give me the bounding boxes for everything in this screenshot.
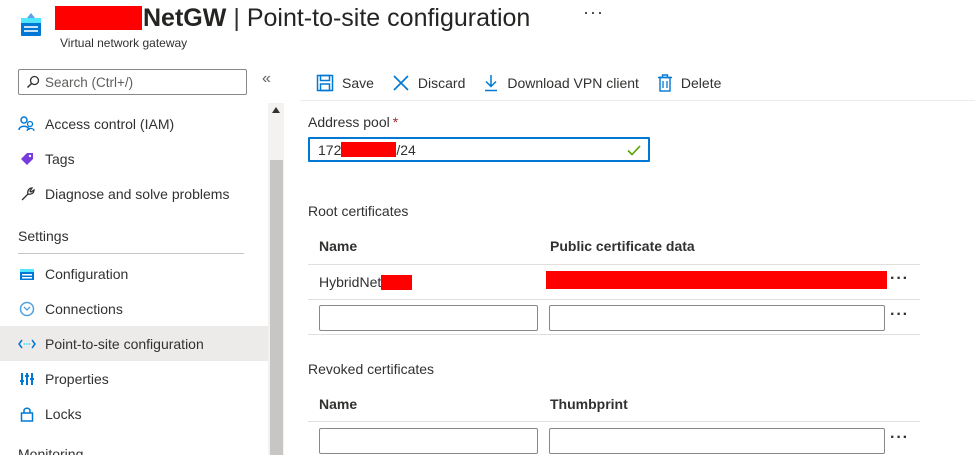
root-name-column-header: Name	[319, 238, 358, 254]
section-divider	[18, 253, 244, 254]
sidebar-item-access-control[interactable]: Access control (IAM)	[0, 106, 268, 141]
point-to-site-icon	[18, 335, 36, 353]
sidebar-item-label: Locks	[45, 405, 82, 422]
scroll-up-icon[interactable]	[272, 107, 280, 113]
required-marker: *	[392, 114, 399, 130]
sidebar-item-label: Access control (IAM)	[45, 115, 175, 132]
save-icon	[316, 74, 334, 91]
close-icon	[393, 74, 409, 91]
delete-label: Delete	[680, 74, 722, 91]
command-toolbar: Save Discard Download VPN client Delete	[300, 65, 975, 101]
sidebar-item-label: Configuration	[45, 265, 129, 282]
people-icon	[18, 115, 36, 133]
scrollbar-thumb[interactable]	[270, 160, 283, 455]
wrench-icon	[18, 185, 36, 203]
redacted-certificate-data	[546, 271, 887, 289]
address-pool-prefix: 172	[318, 141, 342, 158]
address-pool-suffix: /24	[396, 141, 416, 158]
sidebar-item-configuration[interactable]: Configuration	[0, 256, 268, 291]
page-header: NetGW | Point-to-site configuration ··· …	[0, 0, 975, 62]
discard-label: Discard	[417, 74, 466, 91]
root-certificates-heading: Root certificates	[308, 203, 409, 219]
root-new-data-input[interactable]	[549, 305, 885, 331]
save-button[interactable]: Save	[316, 74, 374, 92]
address-pool-input[interactable]: 172 /24	[308, 137, 650, 162]
table-divider	[308, 299, 920, 300]
connections-icon	[18, 300, 36, 318]
root-data-column-header: Public certificate data	[550, 238, 695, 254]
row-more-options-button[interactable]: ···	[890, 270, 909, 288]
revoked-certificates-heading: Revoked certificates	[308, 361, 435, 377]
sidebar-item-label: Connections	[45, 300, 123, 317]
trash-icon	[657, 73, 672, 92]
sidebar-item-label: Point-to-site configuration	[45, 335, 204, 352]
redacted-region	[55, 6, 142, 30]
table-divider	[308, 334, 920, 335]
sidebar-item-connections[interactable]: Connections	[0, 291, 268, 326]
search-icon	[26, 75, 40, 89]
page-title: NetGW | Point-to-site configuration	[55, 4, 530, 32]
download-vpn-client-button[interactable]: Download VPN client	[483, 74, 639, 92]
table-divider	[308, 421, 920, 422]
root-cert-name-cell: HybridNet	[319, 274, 413, 290]
download-label: Download VPN client	[507, 74, 639, 91]
title-separator: |	[233, 3, 240, 32]
revoked-new-thumbprint-input[interactable]	[549, 428, 885, 454]
address-pool-label: Address pool *	[308, 114, 398, 130]
discard-button[interactable]: Discard	[392, 74, 465, 92]
revoked-name-column-header: Name	[319, 396, 358, 412]
checkmark-icon	[627, 145, 641, 156]
table-divider	[308, 264, 920, 265]
collapse-sidebar-button[interactable]: «	[262, 70, 271, 88]
section-settings-heading: Settings	[18, 228, 69, 244]
sidebar-item-label: Properties	[45, 370, 109, 387]
sidebar-item-tags[interactable]: Tags	[0, 141, 268, 176]
sidebar-item-diagnose[interactable]: Diagnose and solve problems	[0, 176, 268, 211]
search-placeholder: Search (Ctrl+/)	[45, 74, 134, 90]
page-title-text: Point-to-site configuration	[246, 3, 531, 32]
sidebar-item-label: Diagnose and solve problems	[45, 185, 230, 202]
redacted-region	[381, 274, 413, 290]
virtual-network-gateway-icon	[21, 13, 41, 36]
gateway-name: NetGW	[143, 3, 227, 32]
root-cert-name: HybridNet	[319, 274, 382, 290]
sidebar-item-properties[interactable]: Properties	[0, 361, 268, 396]
row-more-options-button[interactable]: ···	[890, 306, 909, 324]
configuration-icon	[18, 265, 36, 283]
address-pool-label-text: Address pool	[308, 114, 390, 130]
properties-icon	[18, 370, 36, 388]
download-icon	[485, 74, 498, 91]
redacted-region	[341, 142, 397, 157]
save-label: Save	[342, 74, 374, 91]
sidebar-item-label: Tags	[45, 150, 75, 167]
row-more-options-button[interactable]: ···	[890, 429, 909, 447]
revoked-thumbprint-column-header: Thumbprint	[550, 396, 628, 412]
resource-type-subtitle: Virtual network gateway	[60, 36, 188, 50]
revoked-new-name-input[interactable]	[319, 428, 538, 454]
root-new-name-input[interactable]	[319, 305, 538, 331]
tag-icon	[18, 150, 36, 168]
more-options-button[interactable]: ···	[583, 2, 604, 23]
search-input[interactable]: Search (Ctrl+/)	[18, 69, 247, 95]
section-monitoring-heading: Monitoring	[18, 446, 84, 455]
sidebar-item-point-to-site[interactable]: Point-to-site configuration	[0, 326, 268, 361]
lock-icon	[18, 405, 36, 423]
sidebar-item-locks[interactable]: Locks	[0, 396, 268, 431]
delete-button[interactable]: Delete	[657, 73, 722, 92]
